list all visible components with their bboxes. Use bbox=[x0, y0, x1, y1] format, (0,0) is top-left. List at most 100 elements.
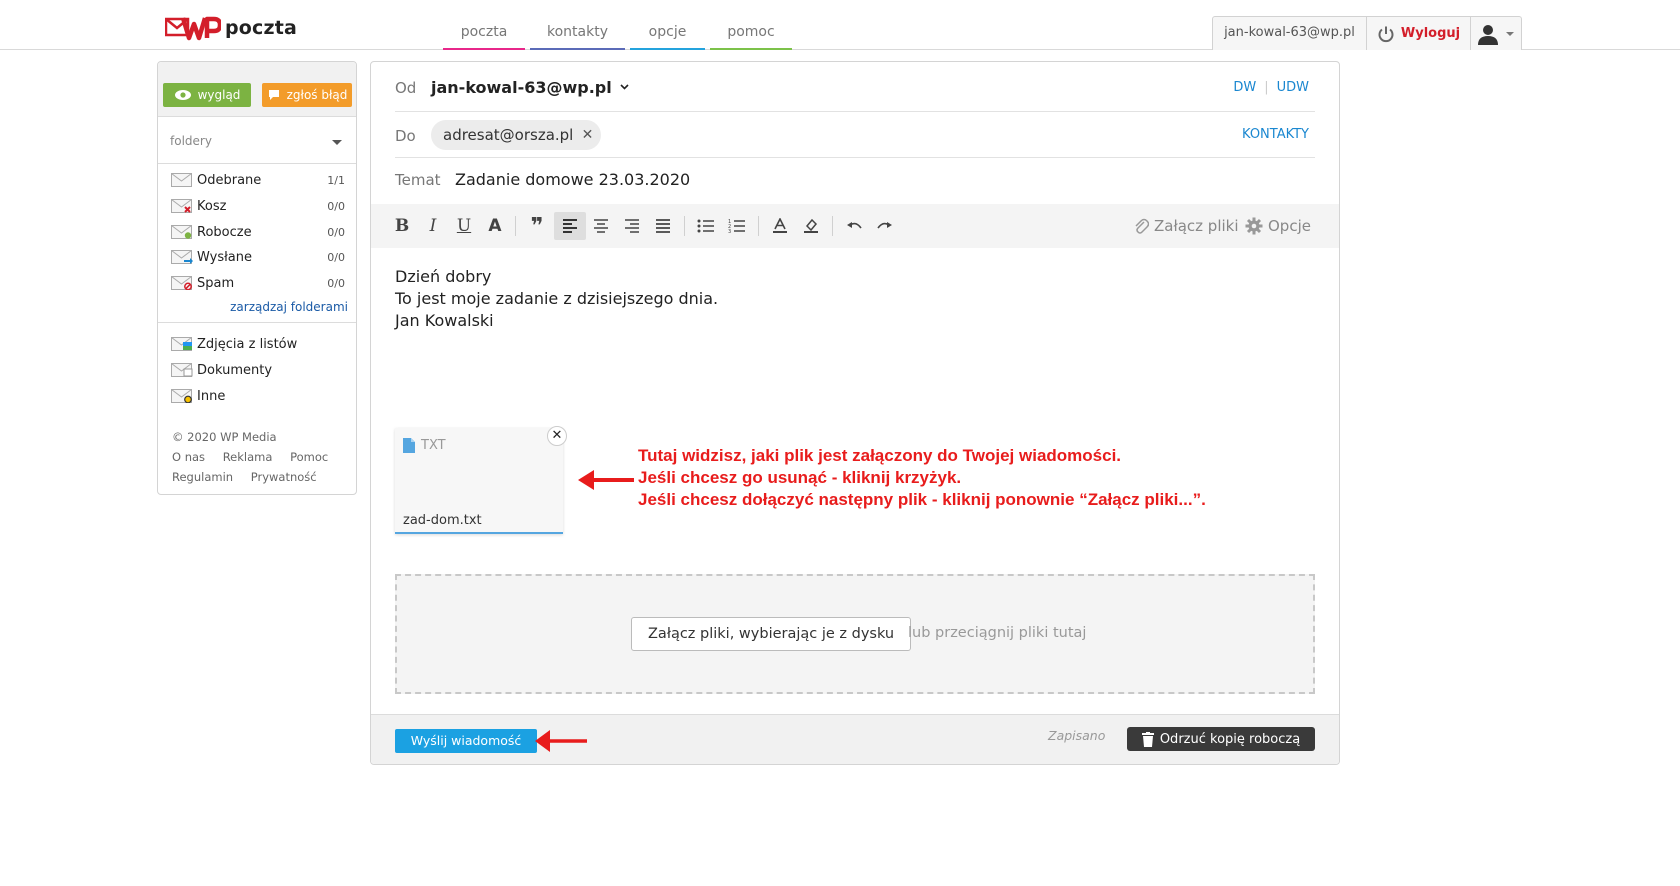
file-dropzone[interactable]: Załącz pliki, wybierając je z dysku lub … bbox=[395, 574, 1315, 694]
discard-draft-button[interactable]: Odrzuć kopię roboczą bbox=[1127, 727, 1315, 751]
folder-photos[interactable]: Zdjęcia z listów bbox=[171, 333, 345, 355]
envelope-trash-icon bbox=[171, 199, 192, 213]
footer-link-help[interactable]: Pomoc bbox=[290, 450, 328, 464]
folder-other[interactable]: Inne bbox=[171, 385, 345, 407]
footer-link-ads[interactable]: Reklama bbox=[223, 450, 273, 464]
annotation-line: Tutaj widzisz, jaki plik jest załączony … bbox=[638, 446, 1122, 465]
underline-icon[interactable]: U bbox=[448, 212, 480, 240]
subject-input[interactable]: Zadanie domowe 23.03.2020 bbox=[455, 170, 690, 189]
compose-panel: Od jan-kowal-63@wp.pl DW | UDW Do adresat@… bbox=[370, 61, 1340, 765]
recipient-chip[interactable]: adresat@orsza.pl ✕ bbox=[431, 120, 602, 150]
to-row: Do adresat@orsza.pl ✕ KONTAKTY bbox=[395, 112, 1315, 158]
wp-poczta-logo[interactable]: poczta bbox=[165, 14, 297, 42]
bcc-link[interactable]: UDW bbox=[1277, 80, 1309, 95]
sidebar-footer: © 2020 WP Media O nas Reklama Pomoc Regu… bbox=[172, 427, 342, 487]
speech-bubble-icon bbox=[268, 90, 279, 100]
from-selector[interactable]: jan-kowal-63@wp.pl bbox=[431, 78, 629, 97]
envelope-draft-icon bbox=[171, 225, 192, 239]
folder-sent[interactable]: Wysłane 0/0 bbox=[171, 246, 345, 268]
text-color-icon[interactable] bbox=[764, 212, 796, 240]
folder-count: 0/0 bbox=[327, 250, 345, 264]
paperclip-icon bbox=[1135, 218, 1149, 234]
align-right-icon[interactable] bbox=[616, 212, 648, 240]
options-label: Opcje bbox=[1268, 217, 1311, 235]
envelope-photo-icon bbox=[171, 337, 192, 351]
compose-footer: Wyślij wiadomość Zapisano Odrzuć kopię r… bbox=[371, 714, 1339, 764]
send-button[interactable]: Wyślij wiadomość bbox=[395, 729, 537, 753]
quote-icon[interactable]: ❞ bbox=[521, 212, 553, 240]
logout-button[interactable]: Wyloguj bbox=[1367, 17, 1471, 50]
toolbar-divider bbox=[758, 216, 759, 236]
font-style-icon[interactable]: A bbox=[479, 212, 511, 240]
manage-folders-link[interactable]: zarządzaj folderami bbox=[230, 300, 348, 314]
choose-files-button[interactable]: Załącz pliki, wybierając je z dysku bbox=[631, 617, 912, 651]
to-label: Do bbox=[395, 127, 416, 145]
attachment-type-label: TXT bbox=[421, 438, 446, 453]
annotation-arrow-icon bbox=[578, 470, 634, 490]
contacts-link[interactable]: KONTAKTY bbox=[1242, 127, 1309, 142]
cc-link[interactable]: DW bbox=[1233, 80, 1256, 95]
wp-logo-icon bbox=[165, 16, 221, 41]
sidebar-toolbar: wygląd zgłoś błąd bbox=[158, 62, 356, 117]
bold-icon[interactable]: B bbox=[386, 212, 418, 240]
chevron-down-icon bbox=[620, 84, 629, 90]
folders-dropdown[interactable]: foldery bbox=[158, 118, 356, 164]
folder-drafts[interactable]: Robocze 0/0 bbox=[171, 221, 345, 243]
footer-link-about[interactable]: O nas bbox=[172, 450, 205, 464]
tab-label: kontakty bbox=[547, 24, 608, 40]
bullet-list-icon[interactable] bbox=[690, 212, 722, 240]
caret-down-icon bbox=[332, 140, 342, 145]
folder-spam[interactable]: Spam 0/0 bbox=[171, 272, 345, 294]
user-box: jan-kowal-63@wp.pl Wyloguj bbox=[1212, 16, 1522, 50]
attach-files-button[interactable]: Załącz pliki bbox=[1133, 217, 1239, 235]
footer-link-privacy[interactable]: Prywatność bbox=[251, 470, 317, 484]
tab-label: opcje bbox=[648, 24, 687, 40]
options-button[interactable]: Opcje bbox=[1245, 217, 1311, 235]
attach-files-label: Załącz pliki bbox=[1154, 217, 1239, 235]
toolbar-divider bbox=[832, 216, 833, 236]
subject-row: Temat Zadanie domowe 23.03.2020 bbox=[395, 158, 1315, 204]
toolbar-divider bbox=[515, 216, 516, 236]
copyright: © 2020 WP Media bbox=[172, 430, 277, 444]
footer-link-terms[interactable]: Regulamin bbox=[172, 470, 233, 484]
folder-documents[interactable]: Dokumenty bbox=[171, 359, 345, 381]
folder-count: 0/0 bbox=[327, 225, 345, 239]
folder-name: Spam bbox=[197, 275, 235, 291]
file-icon bbox=[403, 438, 415, 453]
folder-inbox[interactable]: Odebrane 1/1 bbox=[171, 169, 345, 191]
user-email[interactable]: jan-kowal-63@wp.pl bbox=[1213, 17, 1367, 50]
tab-opcje[interactable]: opcje bbox=[630, 20, 705, 50]
tab-pomoc[interactable]: pomoc bbox=[710, 20, 792, 50]
gear-icon bbox=[1245, 217, 1263, 235]
attachment-filename: zad-dom.txt bbox=[403, 513, 482, 528]
italic-icon[interactable]: I bbox=[417, 212, 449, 240]
folder-trash[interactable]: Kosz 0/0 bbox=[171, 195, 345, 217]
report-bug-button[interactable]: zgłoś błąd bbox=[262, 83, 352, 107]
remove-attachment-icon[interactable]: ✕ bbox=[547, 426, 567, 446]
folders-dropdown-label: foldery bbox=[170, 134, 212, 148]
eye-icon bbox=[174, 90, 191, 100]
numbered-list-icon[interactable]: 123 bbox=[721, 212, 753, 240]
account-menu-button[interactable] bbox=[1471, 17, 1521, 50]
envelope-other-icon bbox=[171, 389, 192, 403]
editor-toolbar: B I U A ❞ 123 Załącz pliki Opcje bbox=[371, 204, 1339, 248]
align-justify-icon[interactable] bbox=[647, 212, 679, 240]
tab-poczta[interactable]: poczta bbox=[443, 20, 525, 50]
trash-icon bbox=[1141, 731, 1154, 747]
folder-name: Zdjęcia z listów bbox=[197, 336, 298, 352]
annotation-line: Jeśli chcesz go usunąć - kliknij krzyżyk… bbox=[638, 468, 962, 487]
remove-recipient-icon[interactable]: ✕ bbox=[582, 120, 594, 150]
view-button[interactable]: wygląd bbox=[163, 83, 251, 107]
folder-count: 0/0 bbox=[327, 199, 345, 213]
align-left-icon[interactable] bbox=[554, 212, 586, 240]
attachment-card[interactable]: TXT zad-dom.txt bbox=[395, 428, 563, 534]
tab-kontakty[interactable]: kontakty bbox=[530, 20, 625, 50]
folder-name: Inne bbox=[197, 388, 226, 404]
highlight-color-icon[interactable] bbox=[795, 212, 827, 240]
folder-name: Kosz bbox=[197, 198, 227, 214]
tab-label: poczta bbox=[460, 24, 508, 40]
message-body[interactable]: Dzień dobry To jest moje zadanie z dzisi… bbox=[395, 266, 718, 332]
undo-icon[interactable] bbox=[838, 212, 870, 240]
redo-icon[interactable] bbox=[869, 212, 901, 240]
align-center-icon[interactable] bbox=[585, 212, 617, 240]
